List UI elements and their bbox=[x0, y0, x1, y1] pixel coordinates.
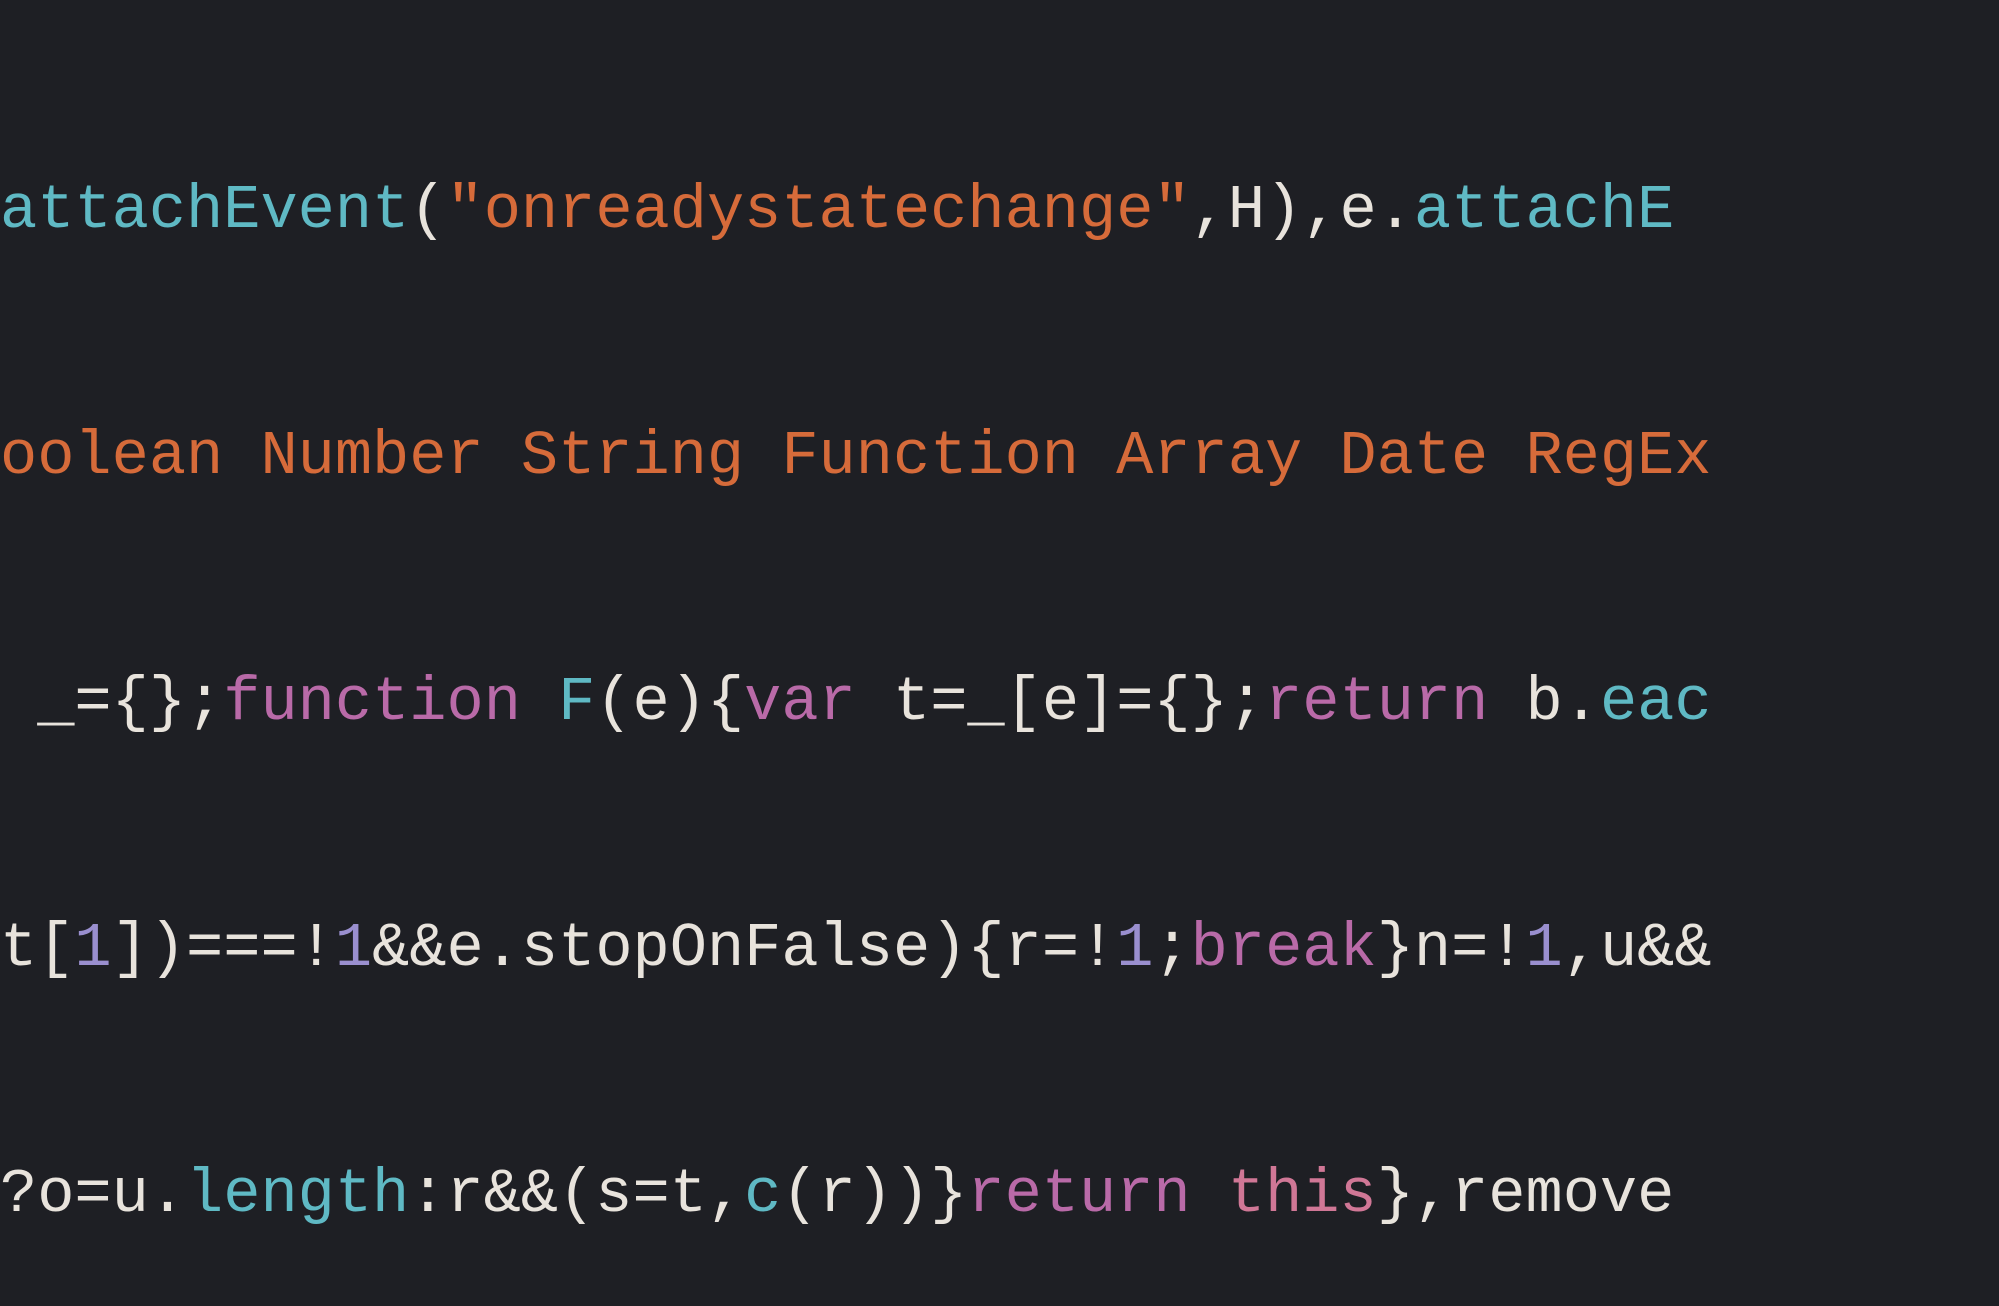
code-token: F bbox=[558, 667, 595, 738]
code-token: 1 bbox=[1526, 913, 1563, 984]
code-token: ,H),e. bbox=[1191, 175, 1414, 246]
code-token: ,u&& bbox=[1563, 913, 1712, 984]
code-token: function bbox=[223, 667, 521, 738]
code-token: return bbox=[1265, 667, 1488, 738]
code-token: ; bbox=[1153, 913, 1190, 984]
code-token: eac bbox=[1600, 667, 1712, 738]
code-line: t[1])===!1&&e.stopOnFalse){r=!1;break}n=… bbox=[0, 908, 1999, 990]
code-token: 1 bbox=[335, 913, 372, 984]
code-token: :r&&(s=t, bbox=[409, 1159, 744, 1230]
code-token: length bbox=[186, 1159, 409, 1230]
code-token: _={}; bbox=[0, 667, 223, 738]
code-token: attachE bbox=[1414, 175, 1674, 246]
code-token: }n=! bbox=[1377, 913, 1526, 984]
code-token: ?o=u. bbox=[0, 1159, 186, 1230]
code-token: 1 bbox=[74, 913, 111, 984]
code-token: t[ bbox=[0, 913, 74, 984]
code-token: ( bbox=[409, 175, 446, 246]
code-token: t=_[e]={}; bbox=[856, 667, 1265, 738]
code-token: attachEvent bbox=[0, 175, 409, 246]
code-token: },remove bbox=[1377, 1159, 1675, 1230]
code-line: _={};function F(e){var t=_[e]={};return … bbox=[0, 662, 1999, 744]
code-token: return bbox=[967, 1159, 1190, 1230]
code-token: &&e.stopOnFalse){r=! bbox=[372, 913, 1116, 984]
code-token bbox=[1191, 1159, 1228, 1230]
code-token bbox=[521, 667, 558, 738]
code-line: oolean Number String Function Array Date… bbox=[0, 416, 1999, 498]
code-token: ])===! bbox=[112, 913, 335, 984]
code-line: ?o=u.length:r&&(s=t,c(r))}return this},r… bbox=[0, 1154, 1999, 1236]
code-token: b. bbox=[1488, 667, 1600, 738]
code-token: this bbox=[1228, 1159, 1377, 1230]
code-token: var bbox=[744, 667, 856, 738]
code-token: "onreadystatechange" bbox=[447, 175, 1191, 246]
code-editor: attachEvent("onreadystatechange",H),e.at… bbox=[0, 0, 1999, 1306]
code-token: break bbox=[1191, 913, 1377, 984]
code-token: 1 bbox=[1116, 913, 1153, 984]
code-token: c bbox=[744, 1159, 781, 1230]
code-token: (e){ bbox=[595, 667, 744, 738]
code-line: attachEvent("onreadystatechange",H),e.at… bbox=[0, 170, 1999, 252]
code-token: oolean Number String Function Array Date… bbox=[0, 421, 1711, 492]
code-token: (r))} bbox=[781, 1159, 967, 1230]
